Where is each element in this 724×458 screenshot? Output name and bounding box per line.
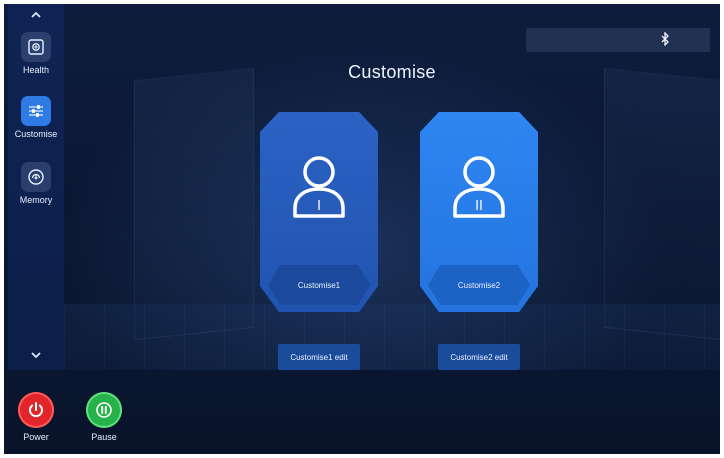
chevron-up-icon[interactable]	[8, 8, 64, 22]
bluetooth-icon[interactable]	[660, 31, 670, 51]
background-panel-right	[604, 67, 720, 341]
customise2-edit-button[interactable]: Customise2 edit	[438, 344, 520, 370]
chevron-down-icon[interactable]	[8, 348, 64, 362]
user-avatar-icon: I	[293, 156, 345, 218]
memory-icon	[21, 162, 51, 192]
avatar-mark: II	[475, 199, 483, 214]
app-screen: Health Customise Memory Customise I Cust…	[4, 4, 720, 454]
power-label: Power	[23, 432, 49, 442]
sidebar-item-memory[interactable]: Memory	[8, 162, 64, 205]
background-panel-left	[134, 67, 254, 341]
profile-label: Customise1	[268, 265, 370, 305]
sidebar-item-health[interactable]: Health	[8, 32, 64, 75]
pause-icon	[86, 392, 122, 428]
power-icon	[18, 392, 54, 428]
profile-label: Customise2	[428, 265, 530, 305]
page-title: Customise	[348, 62, 436, 82]
customise1-edit-button[interactable]: Customise1 edit	[278, 344, 360, 370]
sliders-icon	[21, 96, 51, 126]
power-button[interactable]: Power	[16, 392, 56, 442]
user-avatar-icon: II	[453, 156, 505, 218]
health-icon	[21, 32, 51, 62]
sidebar-item-customise[interactable]: Customise	[8, 96, 64, 139]
status-bar	[526, 28, 710, 52]
profile-card-customise2[interactable]: II Customise2	[417, 109, 541, 315]
sidebar-item-label: Health	[22, 65, 49, 75]
profile-card-customise1[interactable]: I Customise1	[260, 112, 378, 312]
pause-label: Pause	[91, 432, 117, 442]
sidebar: Health Customise Memory	[8, 4, 64, 370]
pause-button[interactable]: Pause	[84, 392, 124, 442]
sidebar-item-label: Memory	[19, 195, 53, 205]
sidebar-item-label: Customise	[14, 129, 58, 139]
avatar-mark: I	[317, 199, 321, 214]
